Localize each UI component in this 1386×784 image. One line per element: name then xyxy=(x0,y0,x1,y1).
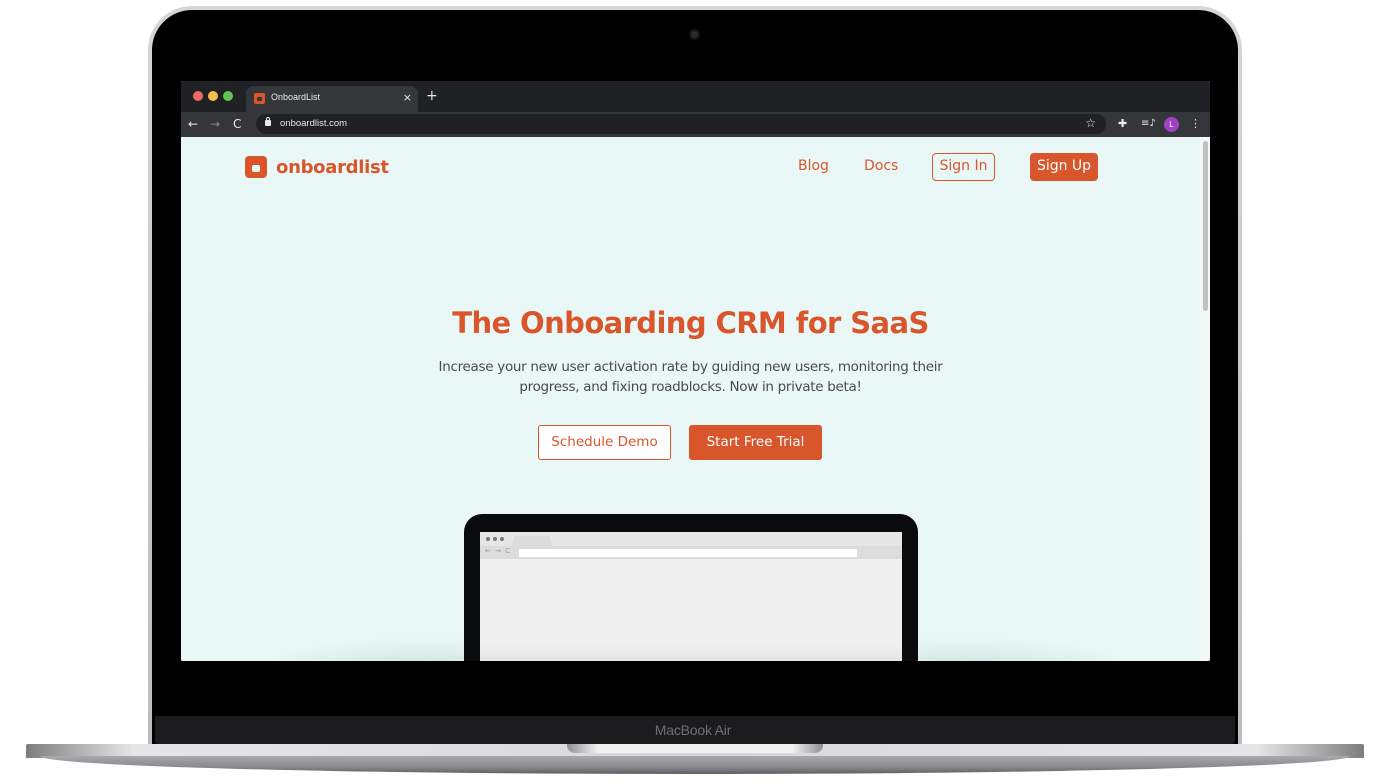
tab-strip: OnboardList × + xyxy=(181,81,1210,112)
page-scrollbar[interactable] xyxy=(1200,137,1210,661)
minimize-window-button[interactable] xyxy=(208,91,218,101)
browser-window: OnboardList × + ← → C onboardlist.com ☆ … xyxy=(181,81,1210,661)
nav-link-docs[interactable]: Docs xyxy=(864,158,898,174)
forward-arrow-icon[interactable]: → xyxy=(210,116,220,132)
reload-icon[interactable]: C xyxy=(233,116,241,132)
illustration-shadow-right xyxy=(918,637,1148,661)
browser-menu-icon[interactable]: ⋮ xyxy=(1190,116,1201,132)
device-label: MacBook Air xyxy=(654,722,732,738)
sign-in-button[interactable]: Sign In xyxy=(932,153,995,181)
camera-icon xyxy=(691,31,698,38)
sign-up-button[interactable]: Sign Up xyxy=(1030,153,1098,181)
illustration-dot-icon xyxy=(500,537,504,541)
illustration-shadow-left xyxy=(241,637,471,661)
start-free-trial-button[interactable]: Start Free Trial xyxy=(689,425,822,460)
new-tab-icon[interactable]: + xyxy=(426,88,438,104)
illustration-dot-icon xyxy=(486,537,490,541)
onboardlist-logo-icon xyxy=(245,156,267,178)
web-page: onboardlist Blog Docs Sign In Sign Up Th… xyxy=(181,137,1210,661)
profile-avatar[interactable]: L xyxy=(1164,117,1179,132)
close-tab-icon[interactable]: × xyxy=(403,90,412,106)
schedule-demo-button[interactable]: Schedule Demo xyxy=(538,425,671,460)
hero-title: The Onboarding CRM for SaaS xyxy=(452,306,929,340)
browser-toolbar: ← → C onboardlist.com ☆ ✚ ≡♪ L ⋮ xyxy=(181,112,1210,137)
extensions-puzzle-icon[interactable]: ✚ xyxy=(1118,116,1127,132)
tab-title: OnboardList xyxy=(271,92,321,102)
address-bar[interactable]: onboardlist.com ☆ xyxy=(256,114,1106,134)
nav-link-blog[interactable]: Blog xyxy=(798,158,829,174)
hero-subtitle-line-1: Increase your new user activation rate b… xyxy=(438,359,943,375)
laptop-mockup: MacBook Air OnboardList × + ← → C onboar… xyxy=(0,0,1386,784)
brand-logo-link[interactable]: onboardlist xyxy=(245,156,389,178)
maximize-window-button[interactable] xyxy=(223,91,233,101)
illustration-toolbar: ← → C xyxy=(480,546,902,559)
laptop-hinge-notch xyxy=(567,744,823,753)
hero-subtitle: Increase your new user activation rate b… xyxy=(181,357,1200,397)
illustration-dot-icon xyxy=(493,537,497,541)
product-illustration-laptop: ← → C xyxy=(464,514,918,661)
browser-tab-onboardlist[interactable]: OnboardList × xyxy=(246,86,418,112)
url-text[interactable]: onboardlist.com xyxy=(280,118,347,129)
illustration-screen: ← → C xyxy=(480,532,902,661)
hero-subtitle-line-2: progress, and fixing roadblocks. Now in … xyxy=(519,379,862,395)
brand-name: onboardlist xyxy=(276,156,389,178)
laptop-base-bottom xyxy=(40,756,1350,774)
back-arrow-icon[interactable]: ← xyxy=(188,116,198,132)
illustration-tabbar xyxy=(480,532,902,546)
illustration-nav-icons: ← → C xyxy=(485,547,512,555)
bookmark-star-icon[interactable]: ☆ xyxy=(1085,116,1096,130)
lock-icon[interactable] xyxy=(265,117,271,126)
onboardlist-favicon-icon xyxy=(254,93,265,104)
illustration-fade xyxy=(480,644,902,661)
close-window-button[interactable] xyxy=(193,91,203,101)
illustration-address-bar xyxy=(519,549,857,557)
media-control-icon[interactable]: ≡♪ xyxy=(1141,116,1156,132)
scrollbar-thumb[interactable] xyxy=(1203,141,1208,311)
illustration-tab xyxy=(511,536,553,546)
